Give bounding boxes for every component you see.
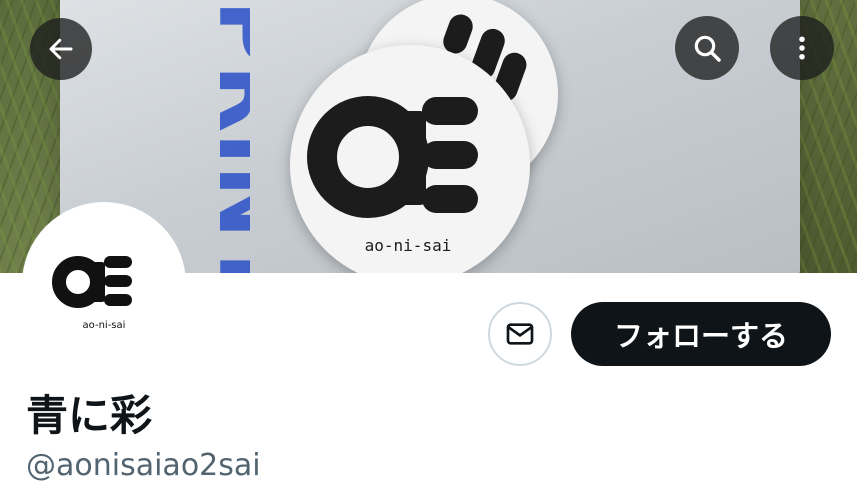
display-name: 青に彩 [26,391,153,440]
avatar-logo-text: ao-ni-sai [83,320,126,331]
message-button[interactable] [488,302,552,366]
bag-text: PRINT [199,0,250,273]
avatar[interactable]: ao-ni-sai [26,206,182,362]
search-button[interactable] [675,16,739,80]
mail-icon [506,323,534,345]
sticker-front: ao-ni-sai [290,45,530,273]
user-handle: @aonisaiao2sai [26,448,261,483]
more-vertical-icon [799,36,805,60]
follow-button[interactable]: フォローする [571,302,831,366]
sticker-label: ao-ni-sai [365,236,452,255]
more-button[interactable] [770,16,834,80]
avatar-logo: ao-ni-sai [52,256,132,331]
arrow-left-icon [49,38,73,60]
search-icon [694,35,721,62]
back-button[interactable] [30,18,92,80]
